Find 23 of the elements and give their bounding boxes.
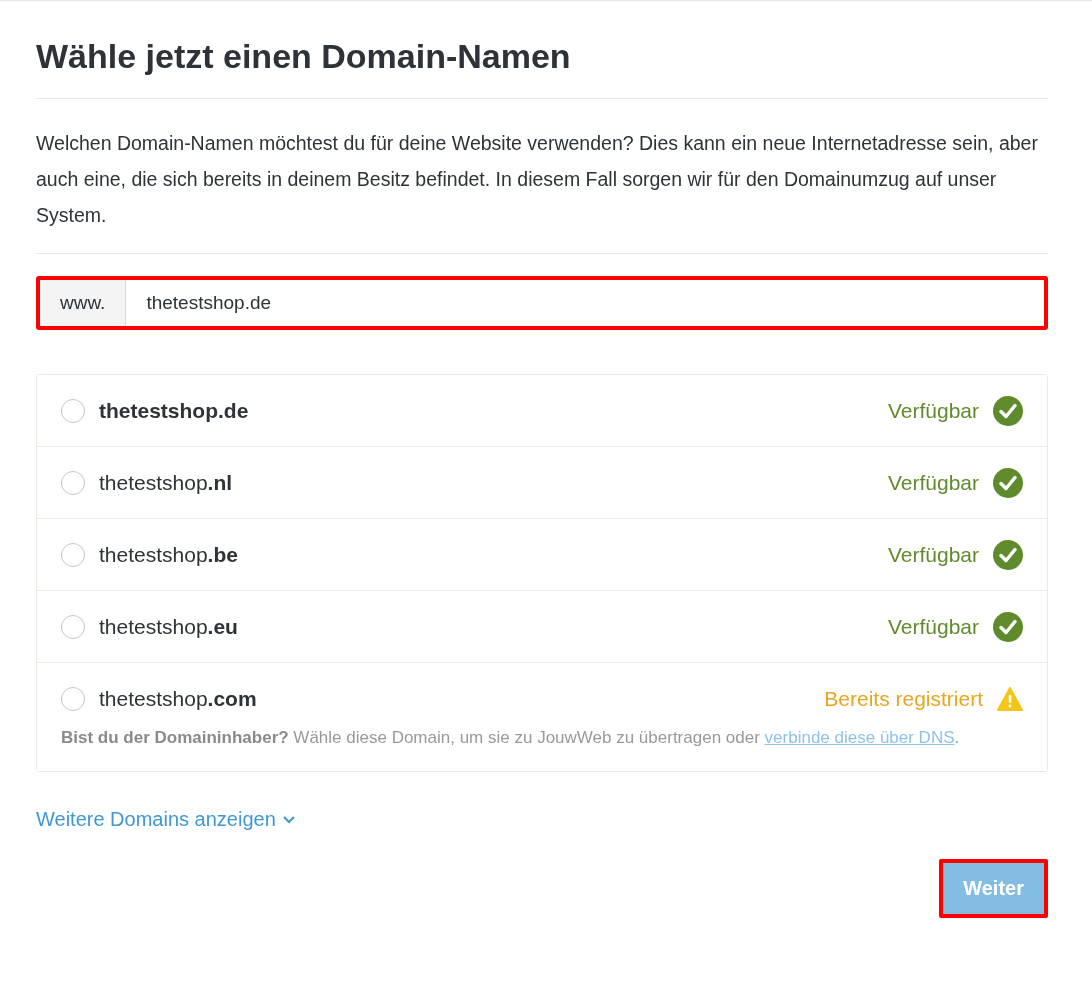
availability-status: Bereits registriert: [824, 686, 983, 711]
domain-name: thetestshop.be: [99, 542, 239, 567]
check-circle-icon: [993, 467, 1023, 498]
domain-name: thetestshop.de: [99, 398, 250, 423]
warning-icon: [997, 686, 1023, 711]
more-domains-link[interactable]: Weitere Domains anzeigen: [36, 808, 296, 831]
intro-text: Welchen Domain-Namen möchtest du für deine Website verwenden? Dies kann ein neue Internetadresse sein, aber auch eine, die sich bereits in deinem Besitz befindet. In diesem Fall sorgen wir für den Domainumzug auf unser System.: [36, 99, 1048, 254]
chevron-down-icon: [281, 815, 296, 824]
www-prefix: www.: [40, 280, 127, 326]
check-circle-icon: [993, 611, 1023, 642]
availability-status: Verfügbar: [887, 398, 979, 423]
check-circle-icon: [993, 539, 1023, 570]
availability-status: Verfügbar: [887, 614, 979, 639]
page-title: Wähle jetzt einen Domain-Namen: [36, 37, 1048, 99]
domain-field[interactable]: www. thetestshop.de: [36, 276, 1048, 330]
availability-status: Verfügbar: [887, 470, 979, 495]
check-circle-icon: [993, 395, 1023, 426]
domain-name: thetestshop.eu: [99, 614, 239, 639]
dns-link[interactable]: verbinde diese über DNS: [764, 728, 955, 747]
domain-name: thetestshop.com: [99, 686, 258, 711]
owner-note: Bist du der Domaininhaber? Wähle diese Domain, um sie zu JouwWeb zu übertragen oder verbinde diese über DNS.: [61, 727, 961, 749]
availability-status: Verfügbar: [887, 542, 979, 567]
domain-name: thetestshop.nl: [99, 470, 234, 495]
